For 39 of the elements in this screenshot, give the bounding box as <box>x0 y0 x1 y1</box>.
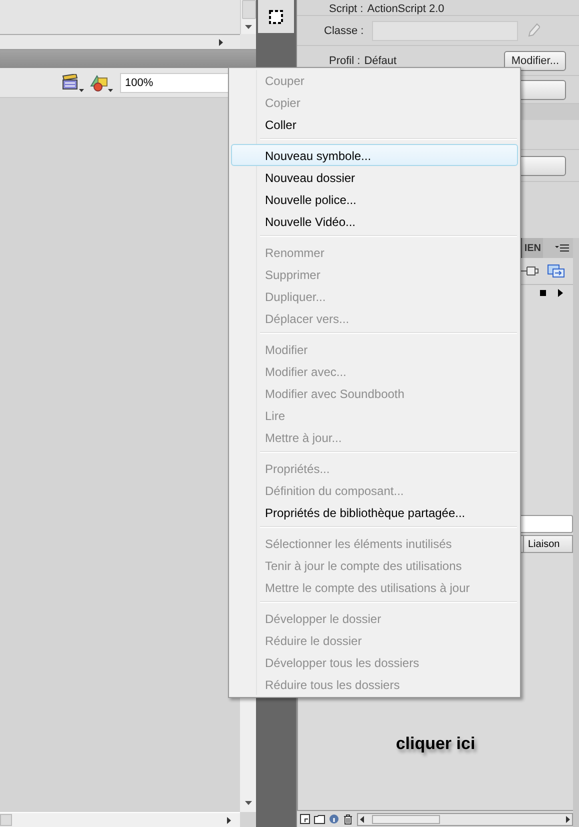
edit-button[interactable]: Modifier... <box>504 50 566 70</box>
clapperboard-icon[interactable] <box>62 74 84 92</box>
field-label: Classe : <box>324 24 364 36</box>
annotation-text: cliquer ici <box>396 734 476 754</box>
menu-icon[interactable] <box>555 244 569 252</box>
vertical-scrollbar[interactable] <box>240 0 256 34</box>
panel-tab[interactable]: IEN <box>522 238 543 258</box>
caret-left-icon <box>360 816 364 822</box>
caret-down-icon <box>244 801 252 805</box>
dashed-square-icon <box>268 8 284 24</box>
scroll-thumb[interactable] <box>242 0 256 19</box>
caret-right-icon <box>227 816 231 824</box>
field-label: Profil : <box>329 54 360 66</box>
horizontal-scrollbar[interactable] <box>0 34 240 49</box>
tool-button[interactable] <box>258 0 294 33</box>
shapes-icon[interactable] <box>90 74 114 92</box>
field-value: ActionScript 2.0 <box>367 3 444 15</box>
folder-icon[interactable] <box>314 814 325 824</box>
play-icon[interactable] <box>558 289 563 297</box>
field-value: Défaut <box>364 54 397 66</box>
menu-item[interactable]: Nouveau symbole... <box>231 144 518 166</box>
scroll-thumb[interactable] <box>372 814 440 824</box>
menu-item[interactable]: Coller <box>231 113 518 135</box>
field-label: Script : <box>329 3 364 15</box>
new-symbol-icon[interactable] <box>300 814 310 824</box>
scroll-thumb[interactable] <box>0 814 12 826</box>
pin-icon[interactable] <box>521 264 539 278</box>
horizontal-scrollbar[interactable] <box>357 812 573 826</box>
column-header[interactable]: Liaison <box>523 536 572 552</box>
caret-right-icon <box>566 816 570 822</box>
menu-item[interactable]: Propriétés de bibliothèque partagée... <box>231 501 518 523</box>
caret-right-icon <box>219 38 223 46</box>
menu-item[interactable]: Nouvelle Vidéo... <box>231 210 518 232</box>
info-icon[interactable] <box>329 814 339 824</box>
caret-down-icon <box>245 25 252 29</box>
menu-item[interactable]: Nouveau dossier <box>231 166 518 188</box>
class-field[interactable] <box>372 20 518 40</box>
trash-icon[interactable] <box>343 814 353 824</box>
menu-item[interactable]: Nouvelle police... <box>231 188 518 210</box>
